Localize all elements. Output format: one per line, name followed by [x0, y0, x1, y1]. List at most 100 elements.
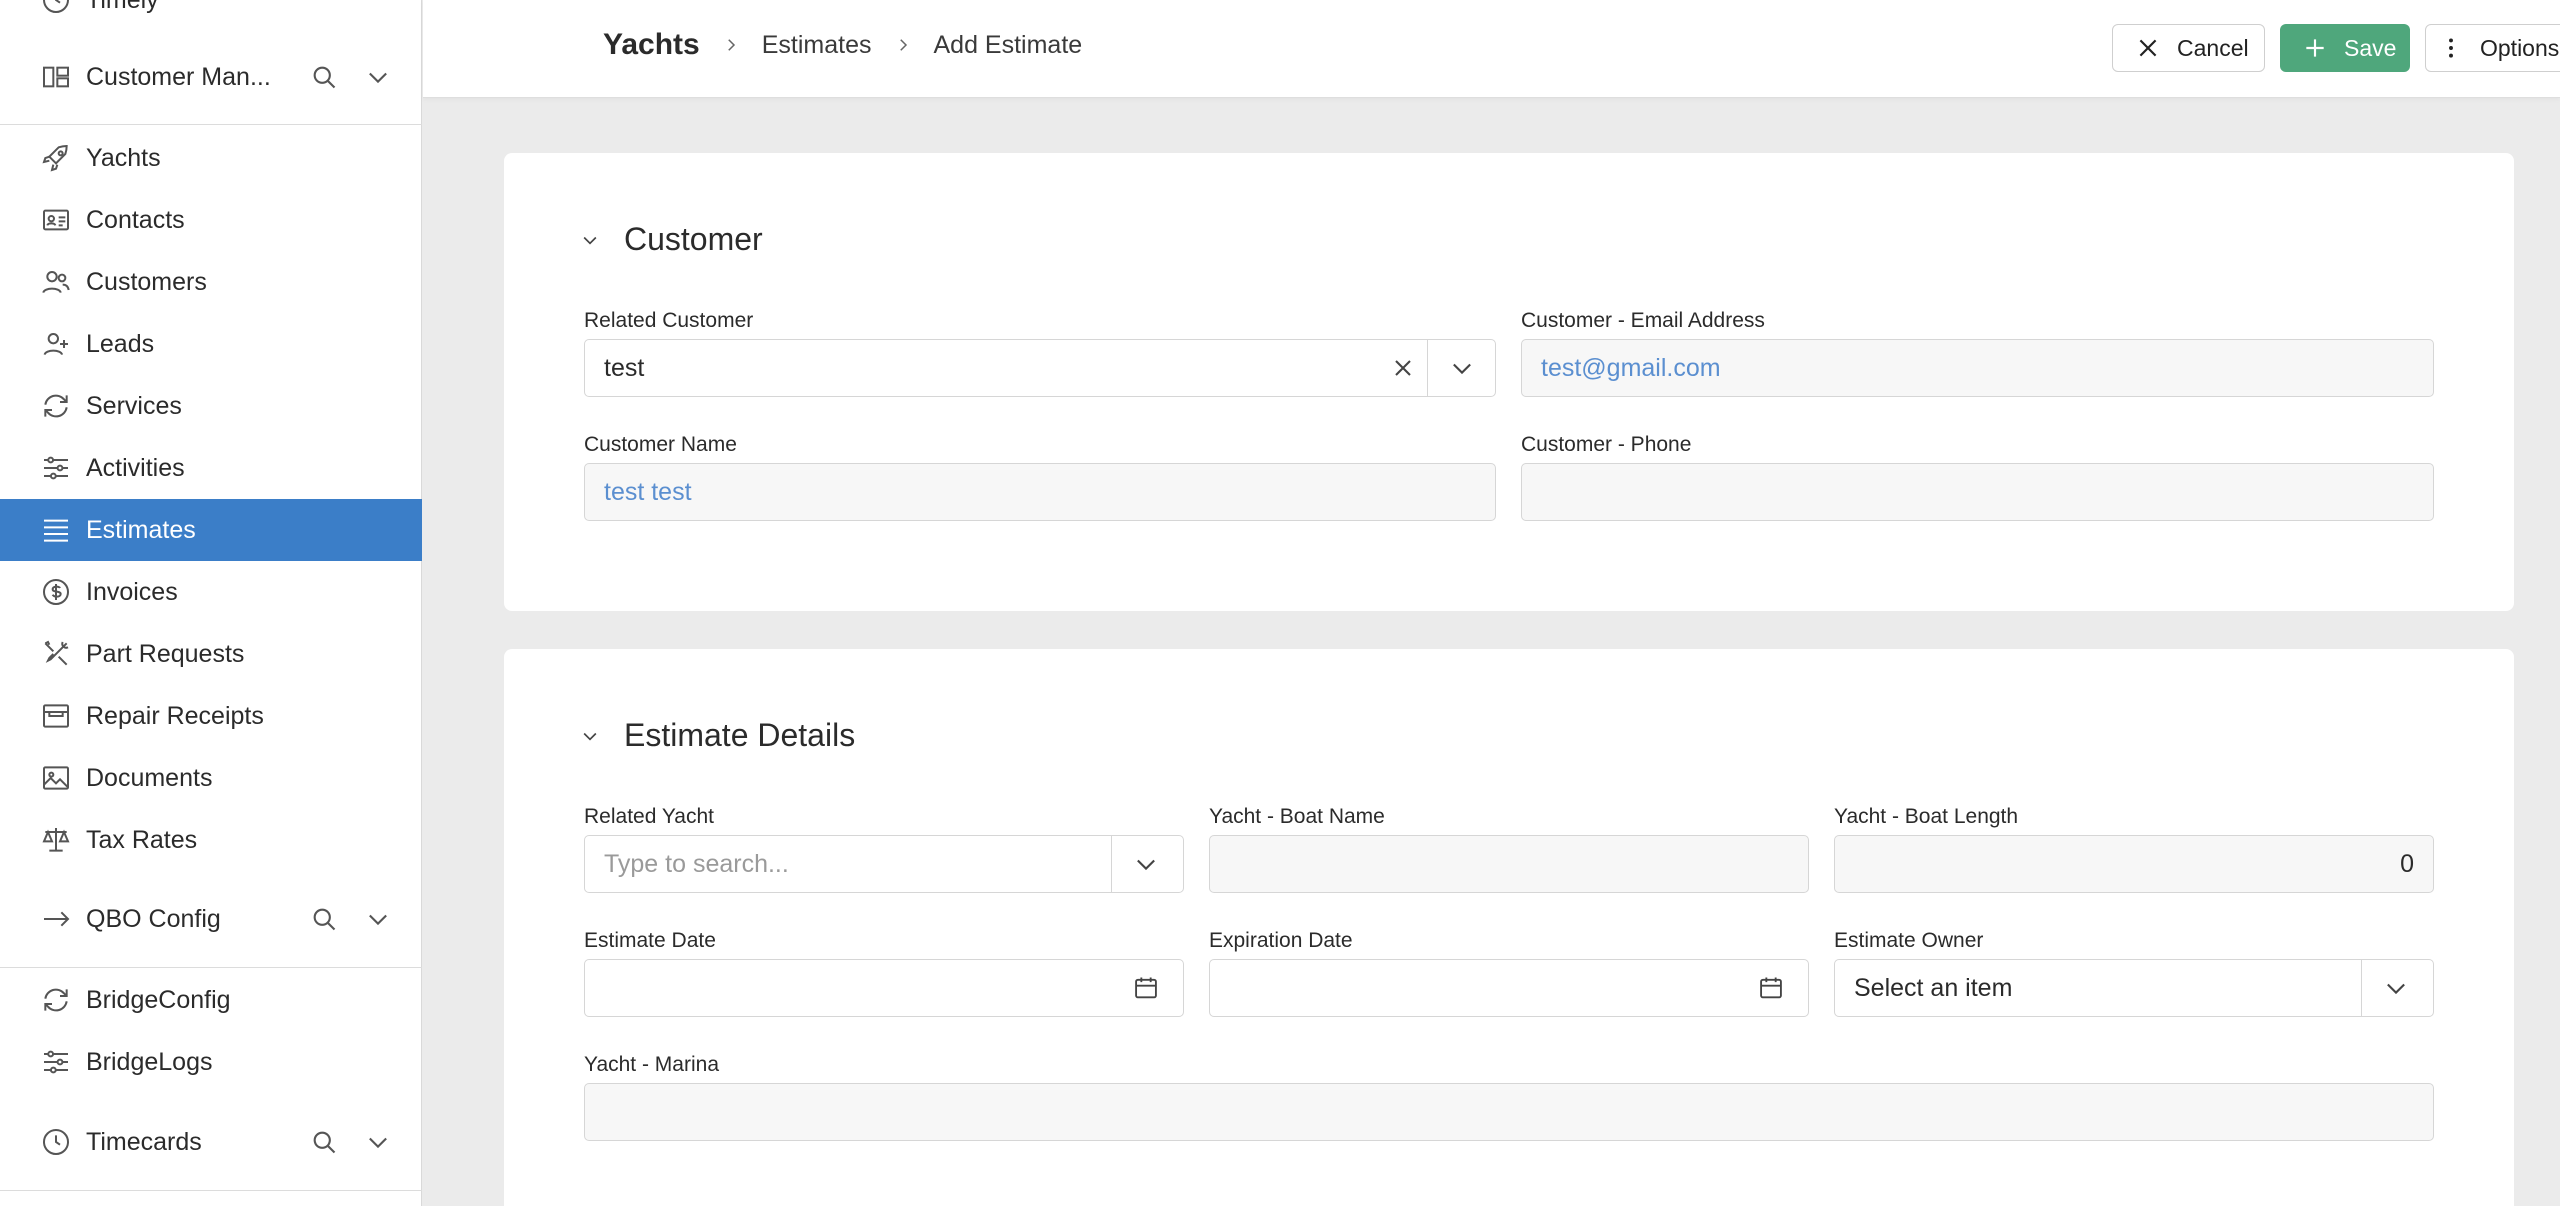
- sidebar-item-timely[interactable]: Timely: [0, 0, 422, 31]
- plus-icon: [2302, 35, 2328, 61]
- tools-icon: [40, 638, 72, 670]
- breadcrumb-estimates[interactable]: Estimates: [762, 31, 872, 60]
- refresh-icon: [40, 984, 72, 1016]
- sidebar-item-part-requests[interactable]: Part Requests: [0, 623, 422, 685]
- customer-name-field[interactable]: test test: [584, 463, 1496, 521]
- sidebar-item-contacts[interactable]: Contacts: [0, 189, 422, 251]
- boat-length-field[interactable]: 0: [1834, 835, 2434, 893]
- chevron-down-icon[interactable]: [364, 905, 392, 933]
- receipt-box-icon: [40, 700, 72, 732]
- chevron-down-icon[interactable]: [364, 1128, 392, 1156]
- sidebar-group-customer-management[interactable]: Customer Man...: [0, 46, 422, 108]
- sidebar-group-label: QBO Config: [86, 904, 221, 933]
- sidebar-divider: [0, 967, 422, 968]
- sidebar-item-leads[interactable]: Leads: [0, 313, 422, 375]
- estimate-owner-select[interactable]: Select an item: [1834, 959, 2434, 1017]
- more-vertical-icon: [2438, 35, 2464, 61]
- select-divider: [1111, 836, 1112, 892]
- chevron-down-icon[interactable]: [1132, 850, 1160, 878]
- cancel-label: Cancel: [2177, 34, 2249, 61]
- related-yacht-placeholder: Type to search...: [604, 849, 789, 878]
- group-actions: [310, 1128, 392, 1156]
- section-title: Estimate Details: [624, 717, 856, 753]
- expiration-date-field[interactable]: [1209, 959, 1809, 1017]
- breadcrumb-root[interactable]: Yachts: [603, 28, 700, 62]
- customer-name-value[interactable]: test test: [604, 478, 692, 507]
- options-button[interactable]: Options: [2425, 24, 2560, 72]
- sidebar-divider: [0, 1190, 422, 1191]
- cancel-button[interactable]: Cancel: [2112, 24, 2265, 72]
- rocket-icon: [40, 142, 72, 174]
- chevron-down-icon[interactable]: [364, 63, 392, 91]
- clock-icon: [40, 0, 72, 16]
- sidebar-item-label: Contacts: [86, 205, 185, 234]
- sidebar-item-repair-receipts[interactable]: Repair Receipts: [0, 685, 422, 747]
- group-actions: [310, 905, 392, 933]
- sidebar-item-label: Activities: [86, 453, 185, 482]
- select-divider: [1427, 340, 1428, 396]
- group-actions: [310, 63, 392, 91]
- boat-length-value: 0: [2400, 849, 2414, 878]
- sidebar-group-label: Customer Man...: [86, 62, 271, 91]
- customer-section-header[interactable]: Customer: [580, 221, 763, 258]
- sidebar-item-tax-rates[interactable]: Tax Rates: [0, 809, 422, 871]
- sidebar-item-services[interactable]: Services: [0, 375, 422, 437]
- sidebar-item-yachts[interactable]: Yachts: [0, 127, 422, 189]
- customer-email-field[interactable]: test@gmail.com: [1521, 339, 2434, 397]
- sidebar-item-label: Yachts: [86, 143, 161, 172]
- calendar-icon[interactable]: [1132, 974, 1160, 1002]
- sidebar-item-bridgelogs[interactable]: BridgeLogs: [0, 1031, 422, 1093]
- save-button[interactable]: Save: [2280, 24, 2410, 72]
- estimate-date-field[interactable]: [584, 959, 1184, 1017]
- clear-icon[interactable]: [1389, 354, 1417, 382]
- search-icon[interactable]: [310, 1128, 338, 1156]
- customer-email-label: Customer - Email Address: [1521, 309, 1765, 332]
- sliders-icon: [40, 452, 72, 484]
- estimate-owner-value: Select an item: [1854, 973, 2013, 1002]
- select-divider: [2361, 960, 2362, 1016]
- chevron-down-icon[interactable]: [1448, 354, 1476, 382]
- sliders-icon: [40, 1046, 72, 1078]
- contact-card-icon: [40, 204, 72, 236]
- chevron-down-icon[interactable]: [2382, 974, 2410, 1002]
- search-icon[interactable]: [310, 905, 338, 933]
- related-customer-select[interactable]: test: [584, 339, 1496, 397]
- chevron-right-icon: [722, 36, 740, 54]
- sidebar-item-invoices[interactable]: Invoices: [0, 561, 422, 623]
- refresh-icon: [40, 390, 72, 422]
- sidebar-item-estimates[interactable]: Estimates: [0, 499, 422, 561]
- section-title: Customer: [624, 221, 763, 257]
- sidebar-item-customers[interactable]: Customers: [0, 251, 422, 313]
- customer-name-label: Customer Name: [584, 433, 737, 456]
- sidebar-group-qbo-config[interactable]: QBO Config: [0, 888, 422, 950]
- sidebar-item-label: Customers: [86, 267, 207, 296]
- close-icon: [2135, 35, 2161, 61]
- customer-email-value[interactable]: test@gmail.com: [1541, 354, 1721, 383]
- customer-phone-field[interactable]: [1521, 463, 2434, 521]
- sidebar-item-bridgeconfig[interactable]: BridgeConfig: [0, 969, 422, 1031]
- user-plus-icon: [40, 328, 72, 360]
- image-icon: [40, 762, 72, 794]
- scale-icon: [40, 824, 72, 856]
- related-yacht-label: Related Yacht: [584, 805, 714, 828]
- estimate-section-header[interactable]: Estimate Details: [580, 717, 855, 754]
- sidebar-group-timecards[interactable]: Timecards: [0, 1111, 422, 1173]
- related-customer-value: test: [604, 353, 645, 382]
- marina-field[interactable]: [584, 1083, 2434, 1141]
- page-header: Yachts Estimates Add Estimate Cancel Sav…: [423, 0, 2560, 98]
- sidebar-item-activities[interactable]: Activities: [0, 437, 422, 499]
- calendar-icon[interactable]: [1757, 974, 1785, 1002]
- boat-name-field[interactable]: [1209, 835, 1809, 893]
- related-yacht-select[interactable]: Type to search...: [584, 835, 1184, 893]
- estimate-owner-label: Estimate Owner: [1834, 929, 1984, 952]
- boat-length-label: Yacht - Boat Length: [1834, 805, 2019, 828]
- sidebar-item-label: Estimates: [86, 515, 196, 544]
- sidebar-item-label: Invoices: [86, 577, 178, 606]
- estimate-details-section: Estimate Details Related Yacht Type to s…: [504, 649, 2514, 1206]
- chevron-right-icon: [894, 36, 912, 54]
- customer-phone-label: Customer - Phone: [1521, 433, 1692, 456]
- related-customer-label: Related Customer: [584, 309, 754, 332]
- sidebar-item-documents[interactable]: Documents: [0, 747, 422, 809]
- list-icon: [40, 514, 72, 546]
- search-icon[interactable]: [310, 63, 338, 91]
